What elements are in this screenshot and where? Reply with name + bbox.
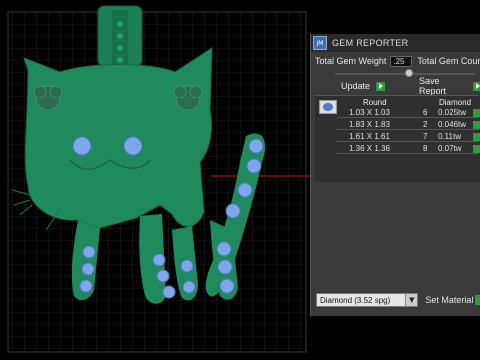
update-button[interactable]: Update [341, 81, 386, 91]
table-row[interactable]: 1.83 X 1.83 2 0.046tw [337, 120, 480, 130]
save-report-button[interactable]: Save Report [419, 76, 480, 96]
material-select[interactable]: Diamond (3.52 spg) ▼ [316, 293, 419, 307]
table-row[interactable]: 1.61 X 1.61 7 0.11tw [337, 132, 480, 142]
update-go-icon[interactable] [376, 81, 386, 91]
slider-thumb[interactable] [405, 69, 413, 77]
gem-reporter-panel: JM GEM REPORTER Total Gem Weight Total G… [310, 34, 480, 316]
set-material-button[interactable]: Set Material [425, 295, 473, 305]
row-select-button[interactable] [473, 121, 480, 129]
panel-header: JM GEM REPORTER [311, 34, 480, 52]
action-buttons-row: Update Save Report [311, 76, 480, 96]
row-size: 1.36 X 1.36 [349, 144, 390, 153]
material-select-value: Diamond (3.52 spg) [320, 295, 391, 305]
col-header-shape: Round [363, 98, 387, 107]
total-weight-field[interactable] [390, 55, 413, 67]
3d-viewport[interactable] [0, 0, 310, 360]
save-report-label: Save Report [419, 76, 447, 96]
row-size: 1.83 X 1.83 [349, 120, 390, 129]
material-row: Diamond (3.52 spg) ▼ Set Material [316, 292, 480, 308]
total-count-label: Total Gem Count [417, 56, 480, 66]
row-size: 1.03 X 1.03 [349, 108, 390, 117]
table-row[interactable]: 1.36 X 1.36 8 0.07tw [337, 144, 480, 154]
row-size: 1.61 X 1.61 [349, 132, 390, 141]
viewport-canvas[interactable] [0, 0, 310, 360]
app-logo-icon: JM [313, 36, 327, 50]
total-weight-label: Total Gem Weight [315, 56, 387, 66]
row-weight: 0.025tw [438, 108, 467, 117]
gem-table: Round Diamond 1.03 X 1.03 6 0.025tw 1.83… [315, 96, 480, 182]
row-count: 2 [423, 120, 428, 129]
update-button-label: Update [341, 81, 371, 91]
row-count: 7 [423, 132, 428, 141]
chevron-down-icon[interactable]: ▼ [405, 294, 418, 306]
row-select-button[interactable] [473, 145, 480, 153]
row-count: 6 [423, 108, 428, 117]
row-select-button[interactable] [473, 133, 480, 141]
row-select-button[interactable] [473, 109, 480, 117]
row-weight: 0.046tw [438, 120, 467, 129]
save-report-go-icon[interactable] [473, 81, 480, 91]
col-header-material: Diamond [439, 98, 472, 107]
table-row[interactable]: 1.03 X 1.03 6 0.025tw [337, 108, 480, 118]
totals-row: Total Gem Weight Total Gem Count [311, 54, 480, 68]
panel-title: GEM REPORTER [332, 38, 409, 48]
row-weight: 0.11tw [438, 132, 461, 141]
round-gem-icon [319, 100, 337, 114]
set-material-go-icon[interactable] [475, 295, 480, 305]
row-weight: 0.07tw [438, 144, 462, 153]
row-count: 8 [423, 144, 428, 153]
